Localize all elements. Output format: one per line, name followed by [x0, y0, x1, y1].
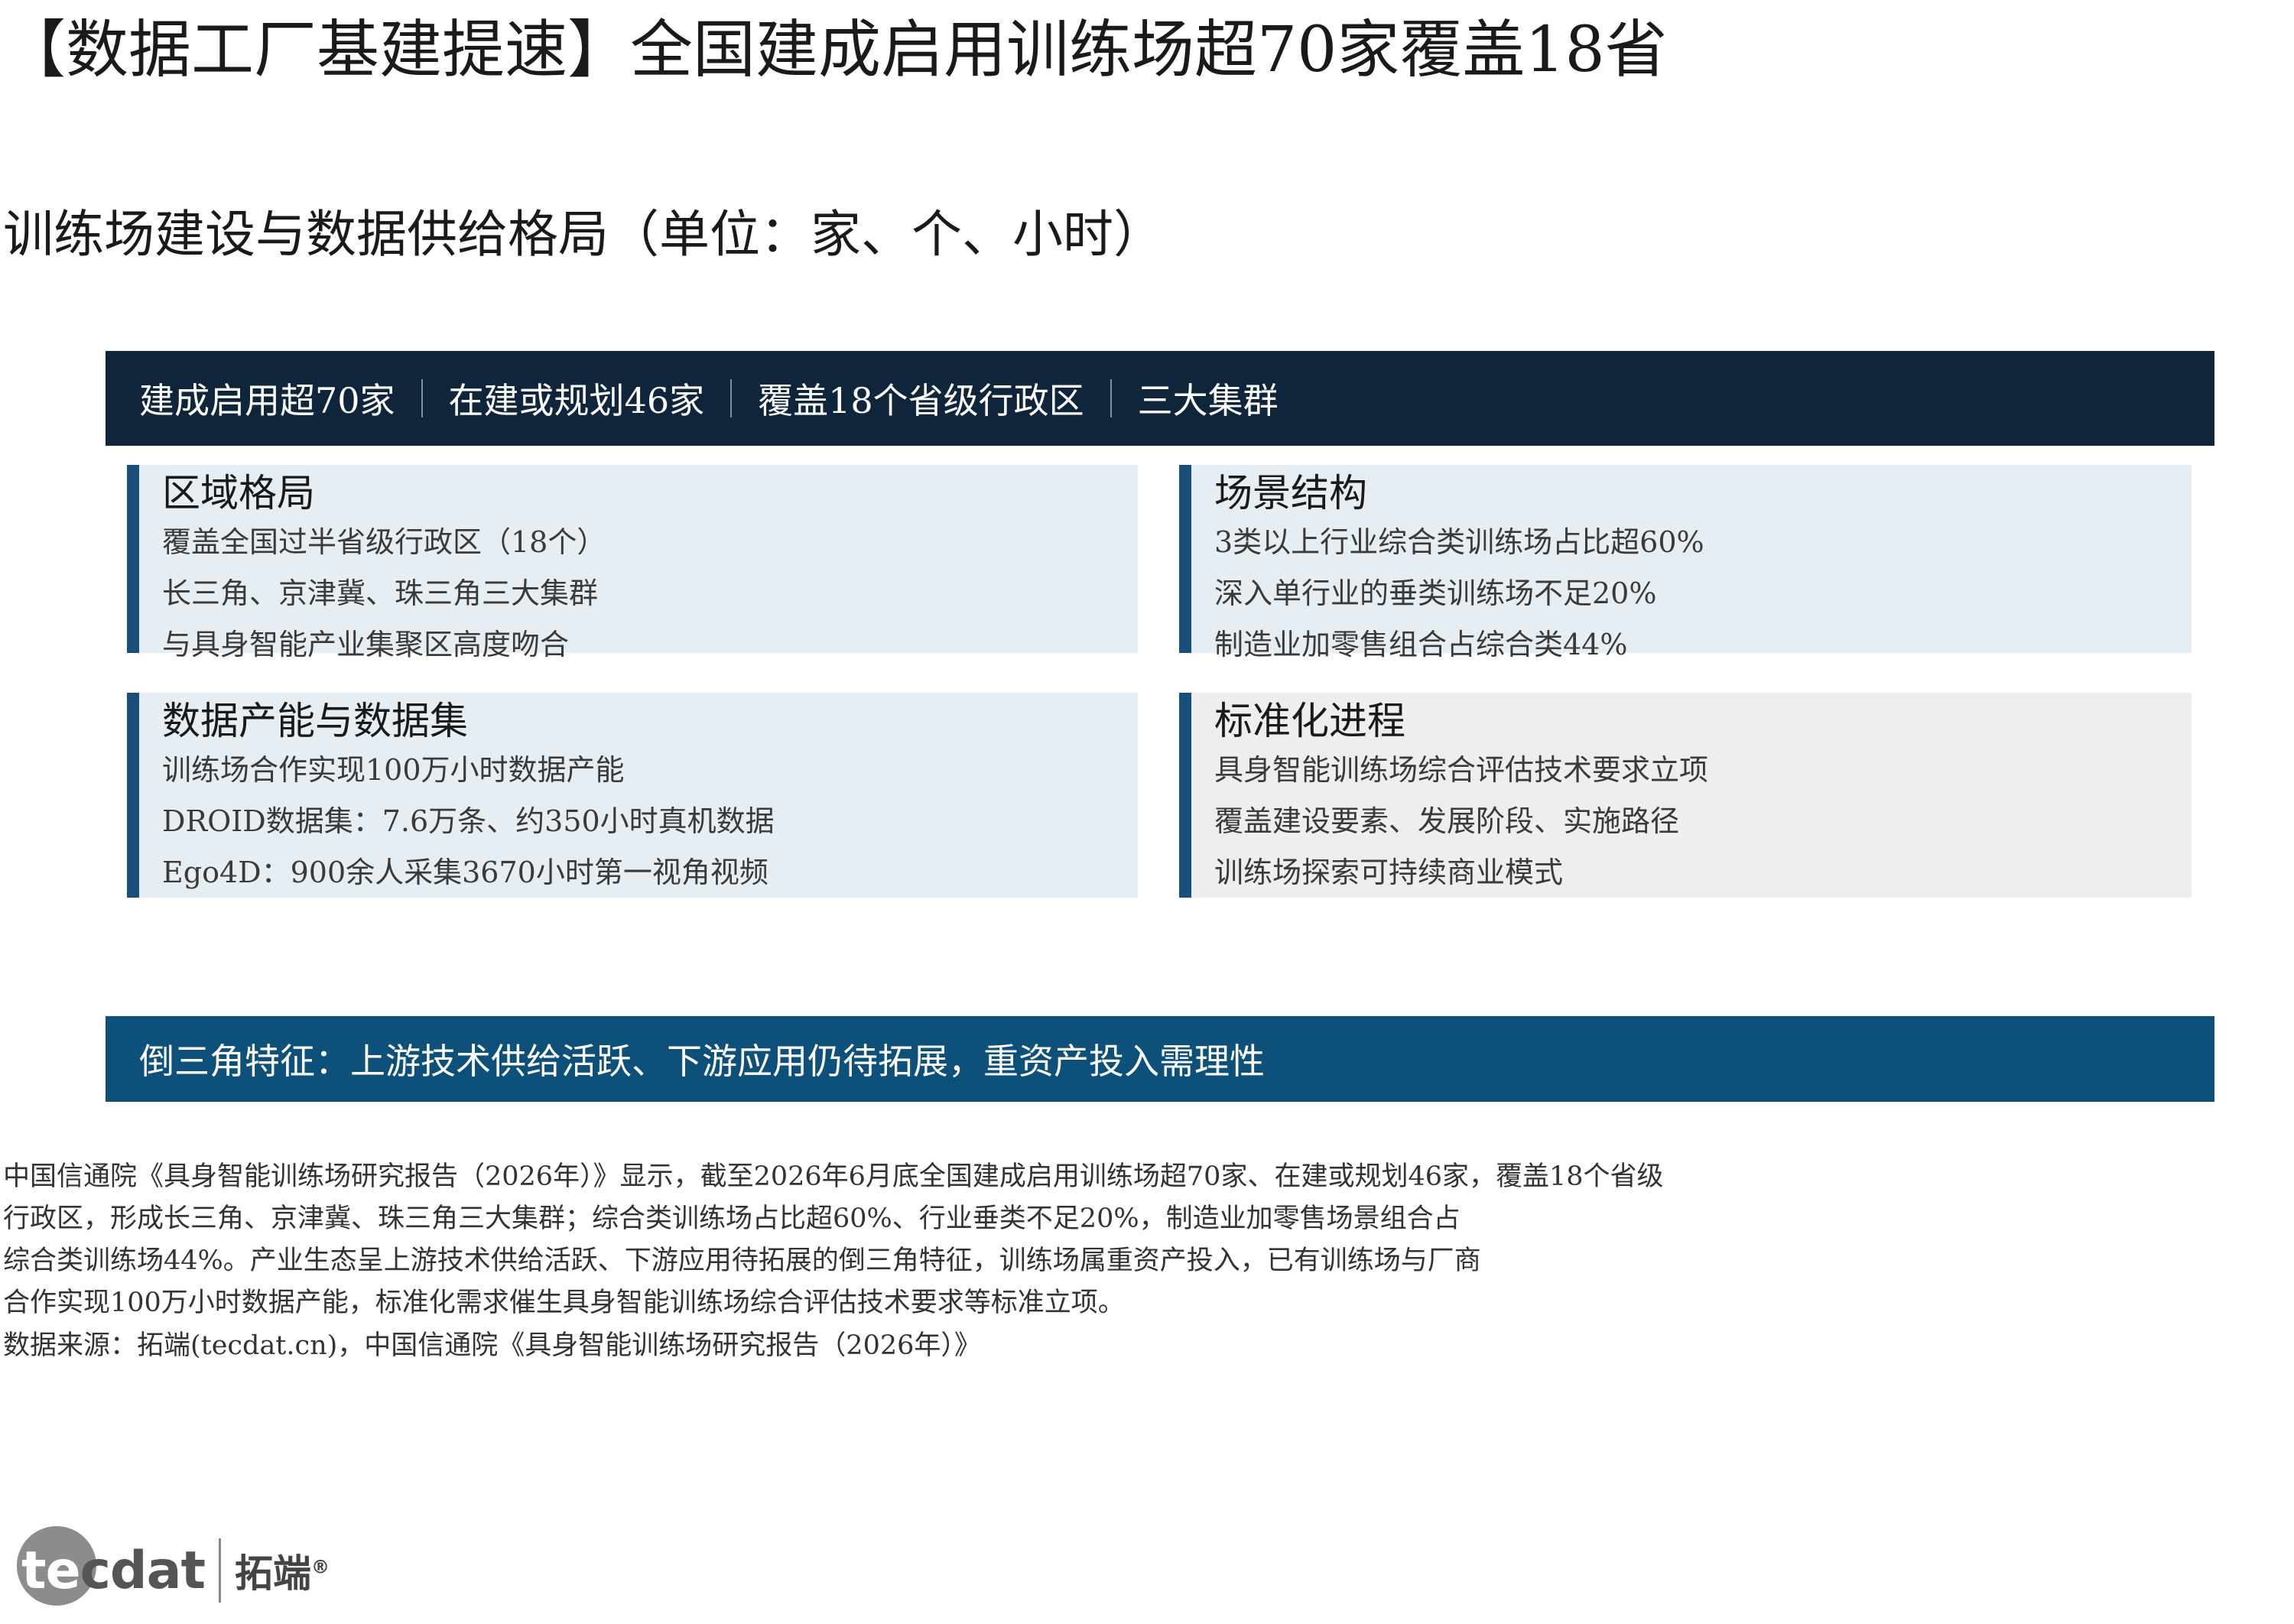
card-line: 覆盖建设要素、发展阶段、实施路径 [1214, 804, 1680, 838]
card-regional-pattern: 区域格局 覆盖全国过半省级行政区（18个） 长三角、京津冀、珠三角三大集群 与具… [127, 465, 1138, 661]
card-line: 3类以上行业综合类训练场占比超60% [1214, 525, 1704, 559]
conclusion-text: 倒三角特征：上游技术供给活跃、下游应用仍待拓展，重资产投入需理性 [139, 1041, 1265, 1082]
card-heading: 场景结构 [1214, 471, 1367, 515]
card-heading: 标准化进程 [1214, 699, 1405, 743]
conclusion-bar: 倒三角特征：上游技术供给活跃、下游应用仍待拓展，重资产投入需理性 [106, 1016, 2214, 1102]
card-heading: 数据产能与数据集 [162, 699, 468, 743]
body-line: 综合类训练场44%。产业生态呈上游技术供给活跃、下游应用待拓展的倒三角特征，训练… [3, 1246, 1481, 1276]
summary-item: 在建或规划46家 [448, 380, 705, 421]
body-line: 合作实现100万小时数据产能，标准化需求催生具身智能训练场综合评估技术要求等标准… [3, 1288, 1125, 1318]
page-title: 【数据工厂基建提速】全国建成启用训练场超70家覆盖18省 [3, 14, 1668, 86]
summary-divider [730, 379, 733, 417]
card-line: 长三角、京津冀、珠三角三大集群 [162, 577, 599, 610]
summary-item: 建成启用超70家 [139, 380, 395, 421]
card-line: 覆盖全国过半省级行政区（18个） [162, 525, 606, 559]
logo-chinese-name: 拓端® [235, 1551, 330, 1596]
body-line: 中国信通院《具身智能训练场研究报告（2026年）》显示，截至2026年6月底全国… [3, 1161, 1664, 1192]
body-line: 行政区，形成长三角、京津冀、珠三角三大集群；综合类训练场占比超60%、行业垂类不… [3, 1203, 1461, 1234]
summary-divider [1110, 379, 1112, 417]
card-line: 与具身智能产业集聚区高度吻合 [162, 628, 570, 661]
card-data-capacity: 数据产能与数据集 训练场合作实现100万小时数据产能 DROID数据集：7.6万… [127, 693, 1138, 898]
card-line: 制造业加零售组合占综合类44% [1214, 628, 1628, 661]
card-line: 训练场合作实现100万小时数据产能 [162, 753, 625, 787]
page-subtitle: 训练场建设与数据供给格局（单位：家、个、小时） [3, 205, 1164, 264]
card-scene-structure: 场景结构 3类以上行业综合类训练场占比超60% 深入单行业的垂类训练场不足20%… [1179, 465, 2192, 661]
logo-wordmark: tecdat [21, 1540, 206, 1601]
data-source: 数据来源：拓端(tecdat.cn)，中国信通院《具身智能训练场研究报告（202… [3, 1330, 981, 1361]
logo-divider [219, 1538, 222, 1603]
card-heading: 区域格局 [162, 471, 315, 515]
body-paragraph: 中国信通院《具身智能训练场研究报告（2026年）》显示，截至2026年6月底全国… [3, 1156, 1785, 1324]
card-standardization: 标准化进程 具身智能训练场综合评估技术要求立项 覆盖建设要素、发展阶段、实施路径… [1179, 693, 2192, 898]
card-line: Ego4D：900余人采集3670小时第一视角视频 [162, 856, 768, 889]
card-line: 训练场探索可持续商业模式 [1214, 856, 1564, 889]
card-line: DROID数据集：7.6万条、约350小时真机数据 [162, 804, 775, 838]
card-line: 深入单行业的垂类训练场不足20% [1214, 577, 1657, 610]
summary-item: 三大集群 [1137, 380, 1279, 421]
card-line: 具身智能训练场综合评估技术要求立项 [1214, 753, 1709, 787]
summary-bar: 建成启用超70家 在建或规划46家 覆盖18个省级行政区 三大集群 [106, 351, 2214, 446]
tecdat-logo: tecdat 拓端® [17, 1517, 330, 1624]
summary-item: 覆盖18个省级行政区 [758, 380, 1084, 421]
summary-divider [421, 379, 423, 417]
